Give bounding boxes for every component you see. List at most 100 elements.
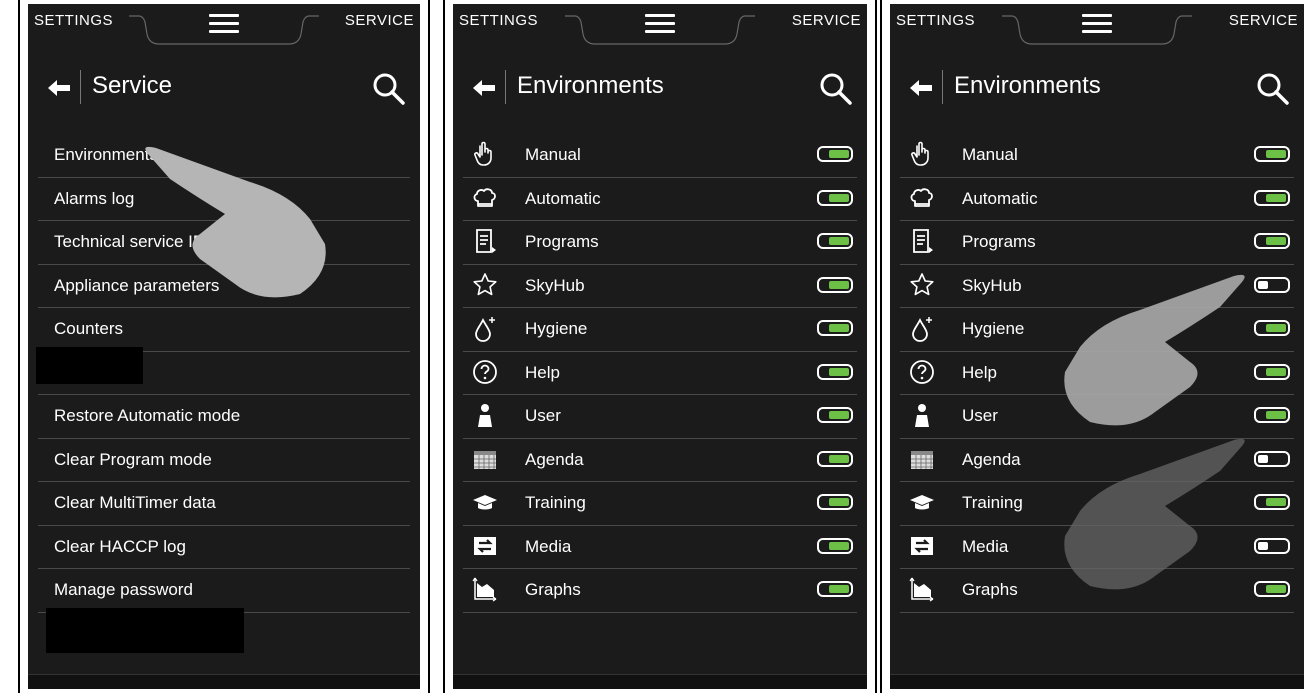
environment-row[interactable]: Graphs [463,569,857,613]
search-icon[interactable] [1256,72,1290,106]
service-menu-item[interactable]: Clear Program mode [38,439,410,482]
environment-row[interactable]: SkyHub [463,265,857,308]
environment-row[interactable]: Media [463,526,857,569]
environment-row[interactable]: SkyHub [900,265,1294,308]
environment-toggle[interactable] [1254,233,1290,249]
document-icon [913,229,933,253]
service-label[interactable]: SERVICE [345,12,414,29]
service-menu-item[interactable]: Counters [38,308,410,352]
environment-toggle[interactable] [1254,320,1290,336]
star-icon [473,272,497,295]
environment-row[interactable]: Agenda [463,439,857,482]
service-label[interactable]: SERVICE [1229,12,1298,29]
environment-row[interactable]: Training [463,482,857,526]
calendar-icon [474,450,496,469]
hand-pointer-icon [911,141,929,166]
menu-icon[interactable] [209,14,239,34]
environment-toggle[interactable] [1254,537,1290,554]
service-menu-item[interactable]: Technical service ID [38,221,410,265]
question-circle-icon [473,359,497,384]
calendar-icon [911,450,933,469]
swap-arrows-icon [911,536,933,555]
service-menu-label: Clear Program mode [54,449,212,469]
environments-panel: SETTINGS SERVICE Environments Manual Automat… [453,4,867,689]
environment-label: Automatic [962,188,1038,208]
search-icon[interactable] [372,72,406,106]
environment-row[interactable]: User [463,395,857,439]
environment-row[interactable]: Automatic [463,178,857,221]
environment-toggle[interactable] [817,276,853,293]
environment-toggle[interactable] [817,189,853,206]
environment-row[interactable]: Graphs [900,569,1294,613]
environment-toggle[interactable] [817,233,853,249]
environments-panel-edited: SETTINGS SERVICE Environments Manual Automat… [890,4,1304,689]
user-icon [478,404,492,427]
environment-label: Hygiene [525,319,588,338]
settings-label[interactable]: SETTINGS [459,12,538,29]
environment-toggle[interactable] [1254,146,1290,162]
environment-toggle[interactable] [817,320,853,336]
environment-toggle[interactable] [817,537,853,554]
service-menu-item[interactable]: Clear MultiTimer data [38,482,410,526]
environment-row[interactable]: Help [900,352,1294,395]
environment-row[interactable]: Manual [463,134,857,178]
environment-row[interactable]: Hygiene [463,308,857,352]
drop-sparkle-icon [475,317,495,342]
header-divider [80,70,81,104]
environment-toggle[interactable] [817,450,853,467]
service-menu-label: Clear MultiTimer data [54,493,216,512]
menu-list: Manual Automatic Programs SkyHub Hygiene Help… [900,134,1294,613]
service-menu-item[interactable]: Clear HACCP log [38,526,410,569]
environment-toggle[interactable] [1254,450,1290,467]
environment-label: Media [525,536,572,556]
environment-row[interactable]: Hygiene [900,308,1294,352]
service-label[interactable]: SERVICE [792,12,861,29]
environment-toggle[interactable] [1254,276,1290,293]
environment-toggle[interactable] [1254,581,1290,597]
bottom-bar [890,674,1304,689]
environment-toggle[interactable] [1254,494,1290,510]
back-arrow-icon[interactable] [46,76,72,100]
environment-row[interactable]: Automatic [900,178,1294,221]
page-header: Environments [453,62,867,114]
service-menu-item[interactable]: Environments [38,134,410,178]
environment-toggle[interactable] [817,363,853,380]
back-arrow-icon[interactable] [471,76,497,100]
environment-row[interactable]: User [900,395,1294,439]
settings-label[interactable]: SETTINGS [896,12,975,29]
environment-row[interactable]: Manual [900,134,1294,178]
environment-label: Manual [525,145,581,164]
menu-icon[interactable] [645,14,675,34]
environment-label: Media [962,536,1009,556]
page-header: Environments [890,62,1304,114]
service-menu-item[interactable]: Appliance parameters [38,265,410,308]
document-icon [476,229,496,253]
environment-toggle[interactable] [1254,189,1290,206]
service-menu-item[interactable]: Restore Automatic mode [38,395,410,439]
environment-row[interactable]: Training [900,482,1294,526]
back-arrow-icon[interactable] [908,76,934,100]
environment-row[interactable]: Programs [900,221,1294,265]
environment-toggle[interactable] [817,407,853,423]
service-menu-item[interactable]: Alarms log [38,178,410,221]
environment-label: Help [962,362,997,382]
environment-toggle[interactable] [817,146,853,162]
environment-row[interactable]: Media [900,526,1294,569]
environment-toggle[interactable] [1254,407,1290,423]
environment-toggle[interactable] [817,581,853,597]
environment-toggle[interactable] [1254,363,1290,380]
environment-row[interactable]: Programs [463,221,857,265]
chef-hat-icon [910,187,933,207]
environment-row[interactable]: Help [463,352,857,395]
environment-label: Programs [525,232,599,251]
search-icon[interactable] [819,72,853,106]
service-menu-label: Technical service ID [54,232,206,251]
environment-toggle[interactable] [817,494,853,510]
page-title: Service [92,72,173,99]
service-menu-item[interactable]: Manage password [38,569,410,613]
top-bar: SETTINGS SERVICE [890,4,1304,45]
settings-label[interactable]: SETTINGS [34,12,113,29]
menu-icon[interactable] [1082,14,1112,34]
environment-row[interactable]: Agenda [900,439,1294,482]
environment-label: Graphs [525,580,581,599]
